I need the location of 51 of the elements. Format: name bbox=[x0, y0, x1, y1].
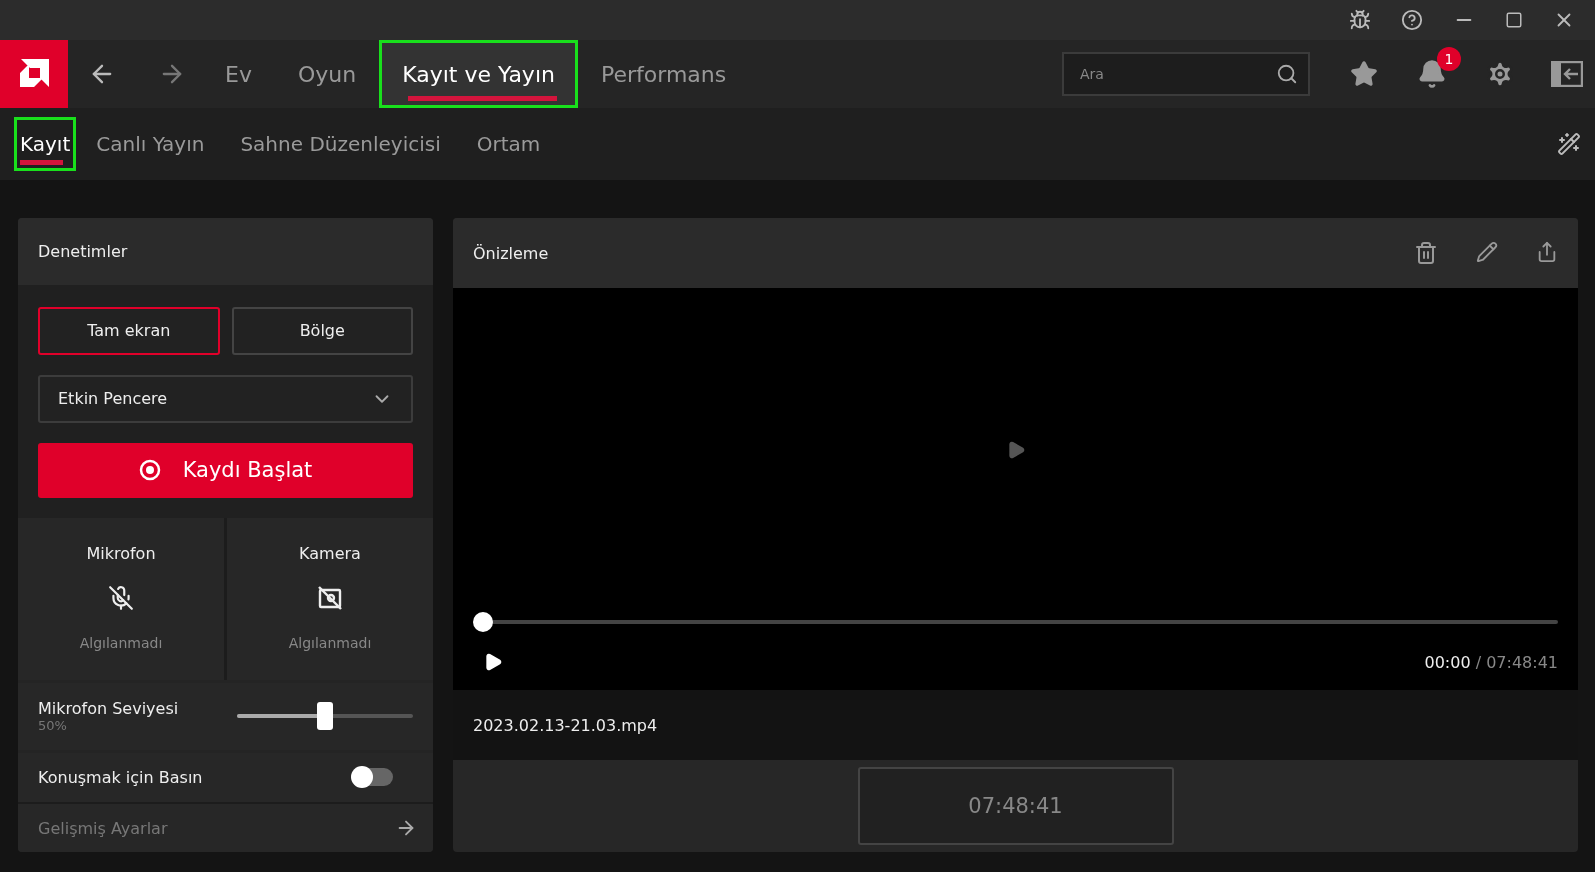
device-card[interactable]: Mikrofon Algılanmadı bbox=[18, 517, 224, 680]
progress-track[interactable] bbox=[473, 612, 1558, 632]
trash-icon[interactable] bbox=[1414, 241, 1438, 265]
nav-tab[interactable]: Performans bbox=[577, 40, 750, 108]
search-field[interactable]: Ara bbox=[1062, 52, 1310, 96]
sub-tab[interactable]: Sahne Düzenleyicisi bbox=[234, 117, 447, 171]
bell-icon[interactable] bbox=[1417, 59, 1447, 89]
star-icon[interactable] bbox=[1350, 60, 1378, 88]
progress-handle[interactable] bbox=[473, 612, 493, 632]
total-time: 07:48:41 bbox=[1486, 652, 1558, 672]
duration-display: 07:48:41 bbox=[857, 767, 1174, 845]
panel-title: Denetimler bbox=[18, 218, 433, 285]
maximize-icon[interactable] bbox=[1505, 11, 1523, 29]
search-icon[interactable] bbox=[1276, 63, 1298, 85]
current-time: 00:00 bbox=[1424, 652, 1471, 672]
sub-tab[interactable]: Ortam bbox=[470, 117, 547, 171]
capture-mode-button[interactable]: Tam ekran bbox=[38, 306, 220, 355]
time-separator: / bbox=[1475, 652, 1482, 672]
microphone-off-icon bbox=[108, 584, 134, 611]
device-card[interactable]: Kamera Algılanmadı bbox=[227, 517, 433, 680]
sub-tab[interactable]: Canlı Yayın bbox=[90, 117, 211, 171]
panel-title: Önizleme bbox=[473, 243, 549, 263]
slider-thumb[interactable] bbox=[317, 702, 333, 731]
camera-off-icon bbox=[317, 584, 343, 611]
record-icon bbox=[138, 459, 161, 482]
push-to-talk-toggle[interactable] bbox=[353, 768, 393, 787]
device-status: Algılanmadı bbox=[288, 634, 372, 651]
device-name: Mikrofon bbox=[86, 543, 156, 563]
file-name: 2023.02.13-21.03.mp4 bbox=[453, 690, 1578, 760]
video-player[interactable]: 00:00 / 07:48:41 bbox=[453, 288, 1578, 690]
capture-mode-button[interactable]: Bölge bbox=[231, 306, 413, 355]
bug-icon[interactable] bbox=[1349, 9, 1371, 31]
level-slider[interactable] bbox=[237, 702, 413, 731]
help-icon[interactable] bbox=[1401, 9, 1423, 31]
play-icon[interactable] bbox=[483, 652, 503, 672]
slider-label: Mikrofon Seviyesi bbox=[38, 699, 179, 719]
device-status: Algılanmadı bbox=[79, 634, 163, 651]
notification-badge: 1 bbox=[1437, 47, 1461, 71]
nav-tab[interactable]: Kayıt ve Yayın bbox=[379, 40, 578, 108]
nav-tab[interactable]: Ev bbox=[202, 40, 275, 108]
nav-tab[interactable]: Oyun bbox=[274, 40, 380, 108]
window-dropdown[interactable]: Etkin Pencere bbox=[38, 374, 413, 423]
slider-value: 50% bbox=[38, 718, 68, 734]
logo[interactable] bbox=[0, 40, 68, 108]
share-icon[interactable] bbox=[1536, 241, 1558, 263]
toggle-label: Konuşmak için Basın bbox=[38, 767, 203, 787]
device-name: Kamera bbox=[299, 543, 361, 563]
record-button[interactable]: Kaydı Başlat bbox=[38, 442, 413, 498]
pencil-icon[interactable] bbox=[1476, 241, 1498, 263]
sub-tab[interactable]: Kayıt bbox=[14, 117, 77, 171]
magic-wand-icon[interactable] bbox=[1557, 132, 1581, 156]
